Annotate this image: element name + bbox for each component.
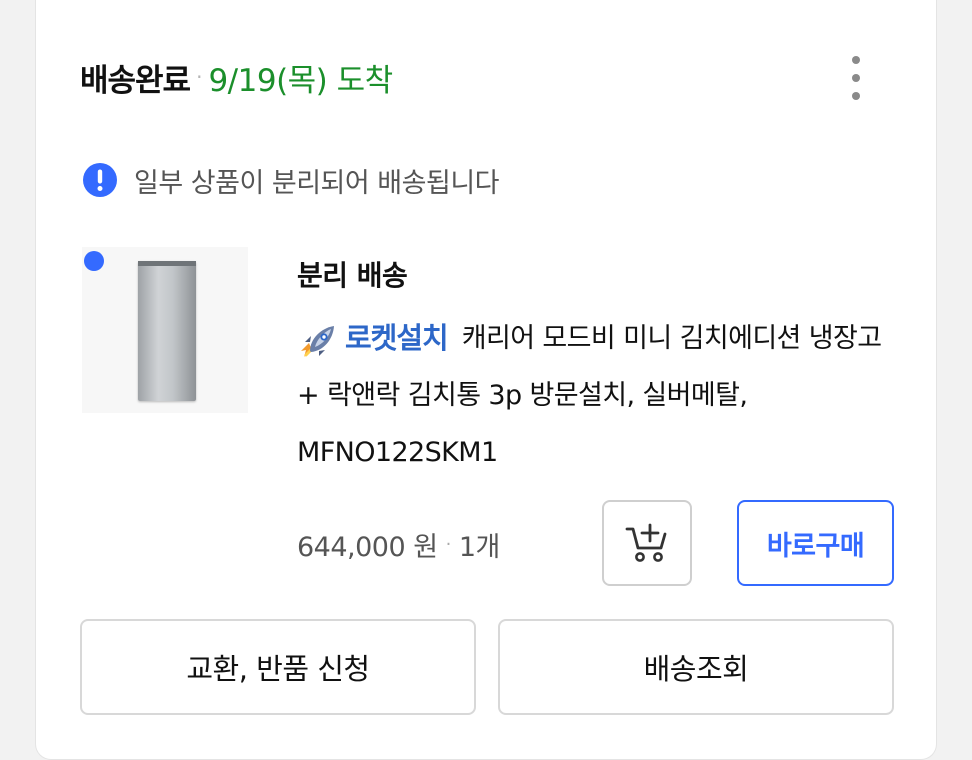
rocket-icon (301, 325, 334, 357)
separator-dot: · (445, 533, 452, 555)
exchange-return-button[interactable]: 교환, 반품 신청 (80, 619, 476, 715)
separator-dot: · (196, 65, 203, 89)
rocket-install-badge: 로켓설치 (297, 310, 449, 367)
shipment-title: 분리 배송 (297, 259, 408, 292)
product-name[interactable]: 로켓설치 캐리어 모드비 미니 김치에디션 냉장고 + 락앤락 김치통 3p 방문… (297, 310, 897, 481)
notice-text: 일부 상품이 분리되어 배송됩니다 (134, 167, 500, 199)
arrival-date: 9/19(목) 도착 (208, 62, 393, 99)
more-vertical-icon (852, 56, 860, 64)
add-to-cart-button[interactable] (602, 500, 692, 586)
exclamation-circle-icon (83, 163, 117, 197)
order-header: 배송완료 · 9/19(목) 도착 (80, 52, 393, 102)
price-quantity-row: 644,000 원 · 1개 (297, 522, 500, 566)
shipment-indicator-dot (84, 251, 104, 271)
refrigerator-image (138, 261, 196, 401)
product-image[interactable] (82, 247, 248, 413)
order-card: 배송완료 · 9/19(목) 도착 일부 상품이 분리되어 배송됩니다 분리 배… (35, 0, 937, 760)
product-quantity: 1개 (458, 531, 501, 563)
product-price: 644,000 원 (297, 531, 438, 563)
buy-now-button[interactable]: 바로구매 (737, 500, 894, 586)
rocket-install-label: 로켓설치 (345, 321, 449, 355)
track-delivery-button[interactable]: 배송조회 (498, 619, 894, 715)
add-to-cart-icon (625, 523, 667, 562)
delivery-status: 배송완료 (80, 62, 191, 99)
more-options-button[interactable] (842, 56, 870, 100)
split-shipment-notice: 일부 상품이 분리되어 배송됩니다 (82, 160, 500, 200)
